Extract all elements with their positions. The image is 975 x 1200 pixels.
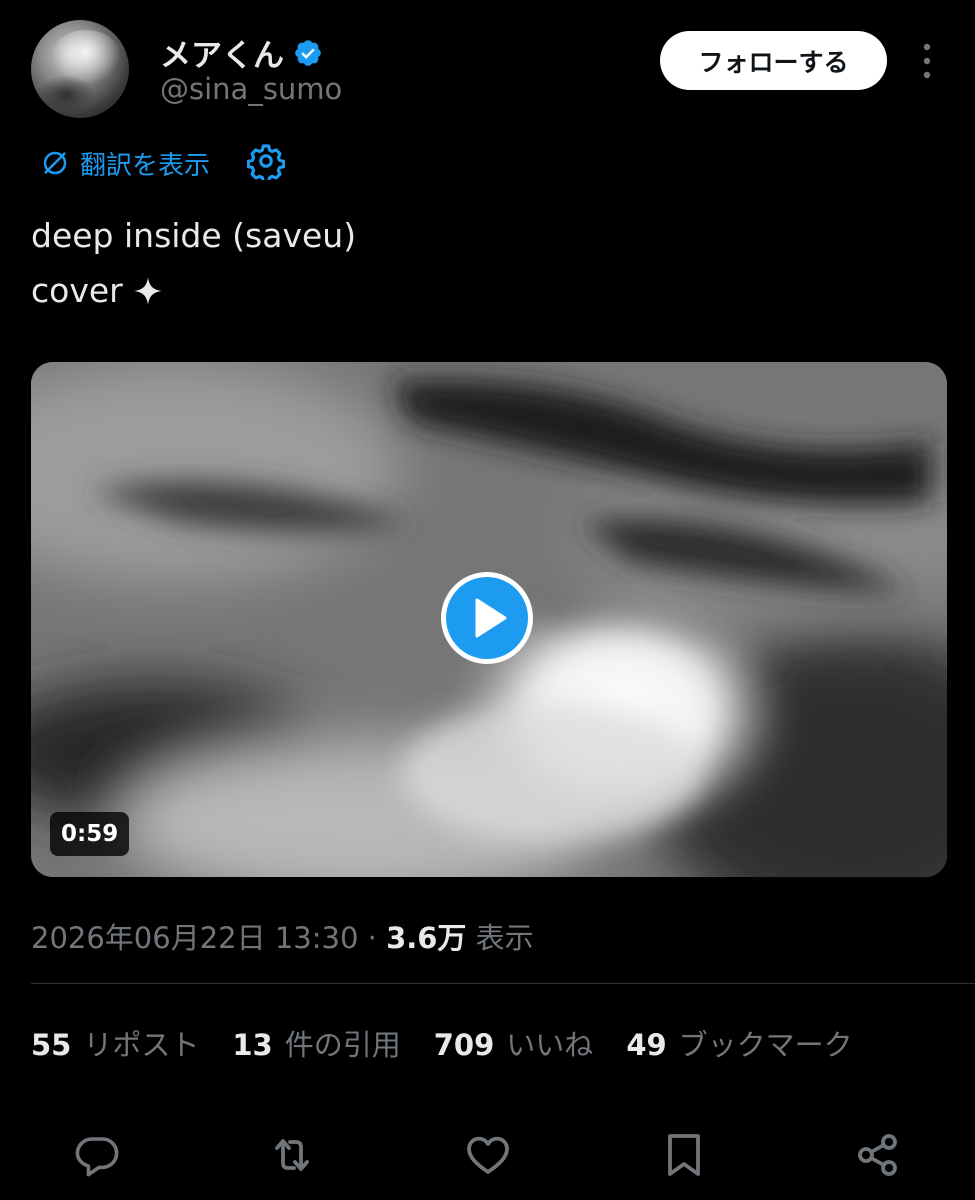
- stat-bookmarks[interactable]: 49 ブックマーク: [626, 1022, 852, 1064]
- stat-count: 13: [232, 1028, 273, 1062]
- follow-button[interactable]: フォローする: [660, 31, 887, 90]
- view-count: 3.6万: [386, 921, 467, 955]
- meta-separator: ·: [358, 921, 387, 955]
- stat-label: いいね: [506, 1028, 594, 1062]
- gear-icon[interactable]: [247, 142, 285, 180]
- repost-icon[interactable]: [268, 1131, 316, 1179]
- tweet-text-line-1: deep inside (saveu): [31, 216, 357, 255]
- handle[interactable]: @sina_sumo: [160, 72, 342, 106]
- more-vertical-icon[interactable]: [913, 42, 941, 80]
- play-icon[interactable]: [439, 570, 535, 666]
- translate-link[interactable]: 翻訳を表示: [40, 143, 210, 183]
- stat-quotes[interactable]: 13 件の引用: [232, 1022, 400, 1064]
- stat-label: 件の引用: [284, 1028, 401, 1062]
- engagement-stats: 55 リポスト 13 件の引用 709 いいね 49 ブックマーク: [31, 1022, 886, 1064]
- view-label: 表示: [466, 921, 534, 955]
- stat-reposts[interactable]: 55 リポスト: [31, 1022, 199, 1064]
- divider: [31, 983, 975, 984]
- display-name[interactable]: メアくん: [160, 30, 284, 75]
- sparkle-icon: [133, 276, 162, 305]
- share-icon[interactable]: [854, 1131, 902, 1179]
- stat-label: ブックマーク: [678, 1028, 853, 1062]
- stat-count: 49: [626, 1028, 667, 1062]
- avatar[interactable]: [31, 20, 129, 118]
- tweet-meta: 2026年06月22日 13:30 · 3.6万 表示: [31, 915, 534, 957]
- tweet-datetime[interactable]: 2026年06月22日 13:30: [31, 921, 358, 955]
- video-duration: 0:59: [50, 812, 130, 856]
- bookmark-icon[interactable]: [660, 1131, 708, 1179]
- stat-label: リポスト: [83, 1028, 200, 1062]
- stat-count: 709: [433, 1028, 495, 1062]
- tweet-text-cover: cover: [31, 271, 123, 310]
- translate-label: 翻訳を表示: [80, 150, 211, 181]
- stat-count: 55: [31, 1028, 72, 1062]
- stat-likes[interactable]: 709 いいね: [434, 1022, 594, 1064]
- translate-icon: [43, 151, 67, 175]
- video-player[interactable]: 0:59: [31, 362, 947, 877]
- heart-icon[interactable]: [464, 1131, 512, 1179]
- verified-badge-icon[interactable]: [293, 38, 323, 68]
- tweet-text-line-2: cover: [31, 271, 163, 310]
- reply-icon[interactable]: [73, 1131, 121, 1179]
